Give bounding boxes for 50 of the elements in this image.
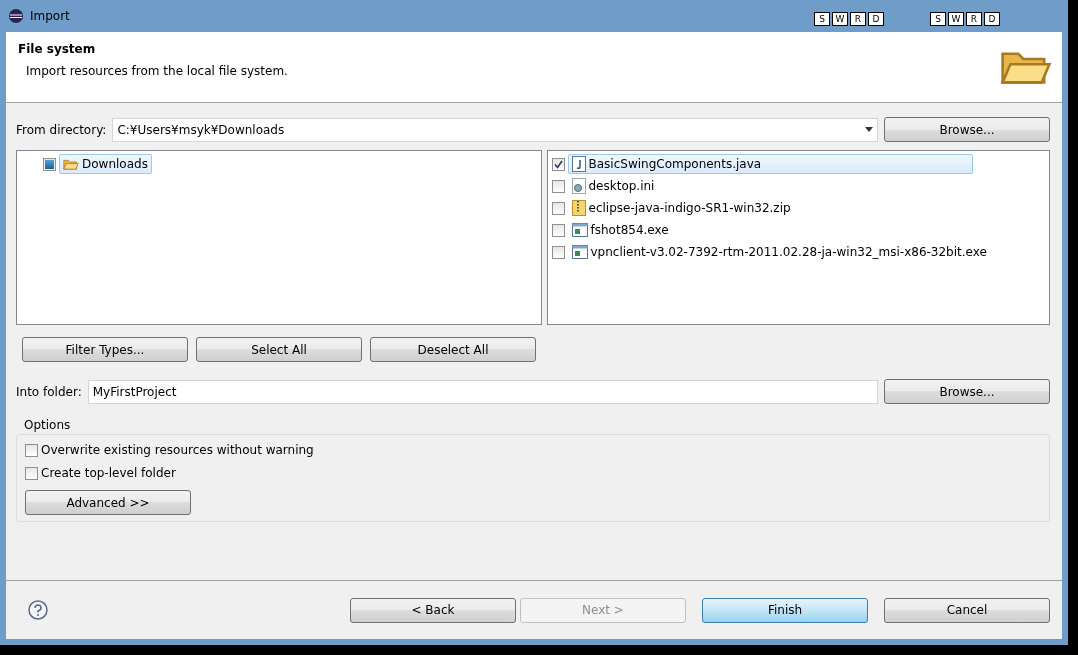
file-item[interactable]: fshot854.exe — [567, 220, 673, 240]
key-label: W — [948, 12, 964, 26]
field-label: Into folder: — [16, 384, 82, 399]
key-label: S — [814, 12, 830, 26]
file-item[interactable]: BasicSwingComponents.java — [567, 154, 973, 174]
file-item[interactable]: vpnclient-v3.02-7392-rtm-2011.02.28-ja-win32_msi-x86-32bit.exe — [567, 242, 991, 262]
file-item[interactable]: desktop.ini — [567, 176, 659, 196]
application-icon — [571, 223, 588, 237]
selection-button[interactable]: Select All — [196, 337, 362, 362]
key-label: D — [984, 12, 1000, 26]
field-label: From directory: — [16, 122, 107, 137]
tree-item[interactable]: Downloads — [59, 154, 152, 174]
key-label: D — [868, 12, 884, 26]
advanced-button[interactable]: Advanced >> — [25, 490, 191, 515]
file-item[interactable]: eclipse-java-indigo-SR1-win32.zip — [567, 198, 795, 218]
checkbox[interactable] — [25, 466, 38, 480]
checkbox[interactable] — [551, 179, 565, 193]
window-title: Import — [30, 9, 70, 23]
checkbox[interactable] — [551, 223, 565, 237]
checkbox[interactable] — [551, 157, 565, 171]
key-label: S — [930, 12, 946, 26]
group-title: Options — [24, 418, 72, 432]
checkbox[interactable] — [551, 245, 565, 259]
settings-file-icon — [571, 178, 586, 194]
page-description: Import resources from the local file system. — [26, 64, 288, 78]
folder-input[interactable]: MyFirstProject — [87, 379, 878, 404]
java-file-icon — [571, 156, 586, 172]
folder-icon — [63, 157, 79, 171]
help-icon — [28, 600, 48, 620]
application-icon — [571, 245, 588, 259]
selection-button[interactable]: Filter Types... — [22, 337, 188, 362]
page-title: File system — [18, 42, 97, 56]
key-label: W — [832, 12, 848, 26]
browse-button[interactable]: Browse... — [884, 117, 1050, 142]
key-label: R — [850, 12, 866, 26]
key-label: R — [966, 12, 982, 26]
checkbox-label: Overwrite existing resources without warning — [41, 443, 314, 457]
directory-combo[interactable]: C:¥Users¥msyk¥Downloads — [112, 117, 878, 142]
dialog-button[interactable]: Finish — [702, 597, 868, 623]
selection-button[interactable]: Deselect All — [370, 337, 536, 362]
dialog-button[interactable]: < Back — [350, 597, 516, 623]
dropdown-arrow-icon — [865, 127, 873, 132]
zip-file-icon — [571, 200, 586, 216]
browse-button[interactable]: Browse... — [884, 379, 1050, 404]
checkbox-label: Create top-level folder — [41, 466, 176, 480]
dialog-button[interactable]: Cancel — [884, 597, 1050, 623]
checkbox[interactable] — [43, 157, 56, 171]
checkbox[interactable] — [25, 443, 38, 457]
checkbox[interactable] — [551, 201, 565, 215]
app-icon — [8, 8, 24, 24]
